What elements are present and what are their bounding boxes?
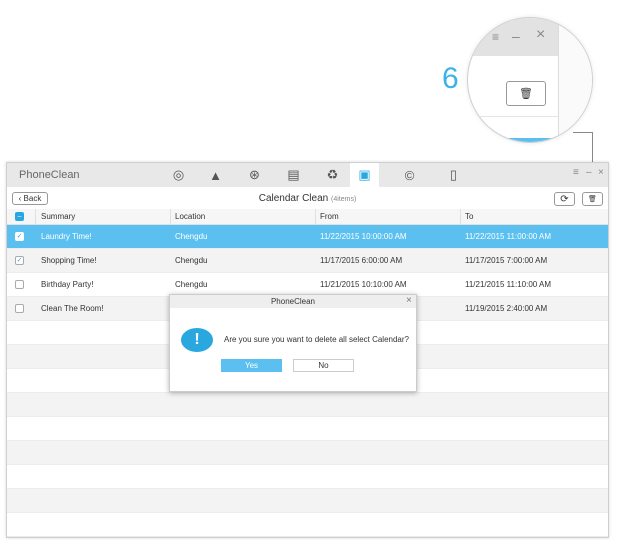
- tab-toolbox[interactable]: ▣: [350, 163, 379, 187]
- minimize-button[interactable]: –: [586, 167, 592, 178]
- empty-row: [7, 513, 608, 537]
- cell-from: 11/17/2015 6:00:00 AM: [320, 256, 403, 265]
- cell-to: 11/19/2015 2:40:00 AM: [465, 304, 548, 313]
- item-count: (4items): [331, 196, 357, 203]
- row-checkbox[interactable]: [15, 280, 24, 289]
- cell-location: Chengdu: [175, 280, 208, 289]
- confirm-dialog: PhoneClean × ! Are you sure you want to …: [169, 294, 417, 392]
- refresh-icon: ⟳: [560, 193, 569, 205]
- row-checkbox[interactable]: ✓: [15, 232, 24, 241]
- internet-clean-icon: ⊛: [249, 167, 260, 182]
- tab-copyright[interactable]: ©: [395, 163, 424, 187]
- exclamation-icon: !: [181, 328, 213, 352]
- broom-icon: ▲: [209, 167, 222, 183]
- cell-to: 11/17/2015 7:00:00 AM: [465, 256, 548, 265]
- tab-broom[interactable]: ▲: [201, 163, 230, 187]
- copyright-icon: ©: [404, 167, 415, 183]
- trash-icon: 🗑: [519, 88, 533, 100]
- header-summary[interactable]: Summary: [41, 209, 75, 224]
- cell-to: 11/21/2015 11:10:00 AM: [465, 280, 551, 289]
- empty-row: [7, 393, 608, 417]
- dialog-title: PhoneClean: [270, 297, 316, 306]
- delete-button[interactable]: 🗑: [582, 192, 603, 206]
- menu-icon: ≡: [492, 30, 500, 44]
- toolbar: ‹ Back Calendar Clean (4items) ⟳ 🗑: [7, 187, 608, 209]
- tab-recycle-bin[interactable]: ♻: [318, 163, 347, 187]
- cell-location: Chengdu: [175, 232, 208, 241]
- recycle-bin-icon: ♻: [326, 167, 339, 182]
- tab-basket[interactable]: ▤: [279, 163, 308, 187]
- menu-button[interactable]: ≡: [573, 167, 579, 178]
- table-row[interactable]: ✓ Laundry Time! Chengdu 11/22/2015 10:00:00…: [7, 225, 608, 249]
- empty-row: [7, 489, 608, 513]
- cell-from: 11/21/2015 10:10:00 AM: [320, 280, 407, 289]
- minimize-icon: –: [512, 28, 520, 44]
- row-checkbox[interactable]: [15, 304, 24, 313]
- header-location[interactable]: Location: [175, 209, 205, 224]
- yes-button[interactable]: Yes: [221, 359, 282, 372]
- empty-row: [7, 441, 608, 465]
- page-title-text: Calendar Clean: [258, 193, 329, 204]
- row-checkbox[interactable]: ✓: [15, 256, 24, 265]
- dialog-message: Are you sure you want to delete all sele…: [224, 335, 409, 344]
- dialog-close-button[interactable]: ×: [406, 295, 412, 306]
- table-header: – Summary Location From To: [7, 209, 608, 225]
- cell-from: 11/22/2015 10:00:00 AM: [320, 232, 407, 241]
- header-to[interactable]: To: [465, 209, 473, 224]
- delete-button-zoomed: 🗑: [506, 81, 546, 106]
- table-row[interactable]: ✓ Shopping Time! Chengdu 11/17/2015 6:00:00…: [7, 249, 608, 273]
- title-bar: PhoneClean ◎ ▲ ⊛ ▤ ♻ ▣ © ▯ ≡ – ×: [7, 163, 608, 187]
- cell-summary: Birthday Party!: [41, 280, 94, 289]
- cell-to: 11/22/2015 11:00:00 AM: [465, 232, 551, 241]
- tab-internet-clean[interactable]: ⊛: [240, 163, 269, 187]
- app-name: PhoneClean: [19, 169, 80, 181]
- page-title: Calendar Clean (4items): [7, 193, 608, 204]
- empty-row: [7, 465, 608, 489]
- refresh-button[interactable]: ⟳: [554, 192, 575, 206]
- trash-icon: 🗑: [588, 196, 597, 203]
- magnifier-callout: ≡ – × 🗑: [467, 17, 593, 143]
- step-number: 6: [442, 62, 459, 95]
- basket-icon: ▤: [287, 167, 300, 182]
- cell-summary: Shopping Time!: [41, 256, 97, 265]
- tab-phone-info[interactable]: ▯: [439, 163, 468, 187]
- empty-row: [7, 417, 608, 441]
- cell-location: Chengdu: [175, 256, 208, 265]
- header-from[interactable]: From: [320, 209, 339, 224]
- select-all-checkbox[interactable]: –: [15, 212, 24, 221]
- close-icon: ×: [536, 26, 546, 43]
- toolbox-icon: ▣: [358, 167, 371, 182]
- tab-quick-clean[interactable]: ◎: [164, 163, 193, 187]
- no-button[interactable]: No: [293, 359, 354, 372]
- cell-summary: Laundry Time!: [41, 232, 92, 241]
- cell-summary: Clean The Room!: [41, 304, 104, 313]
- quick-clean-icon: ◎: [172, 167, 185, 182]
- phone-info-icon: ▯: [449, 167, 458, 182]
- close-button[interactable]: ×: [598, 167, 604, 178]
